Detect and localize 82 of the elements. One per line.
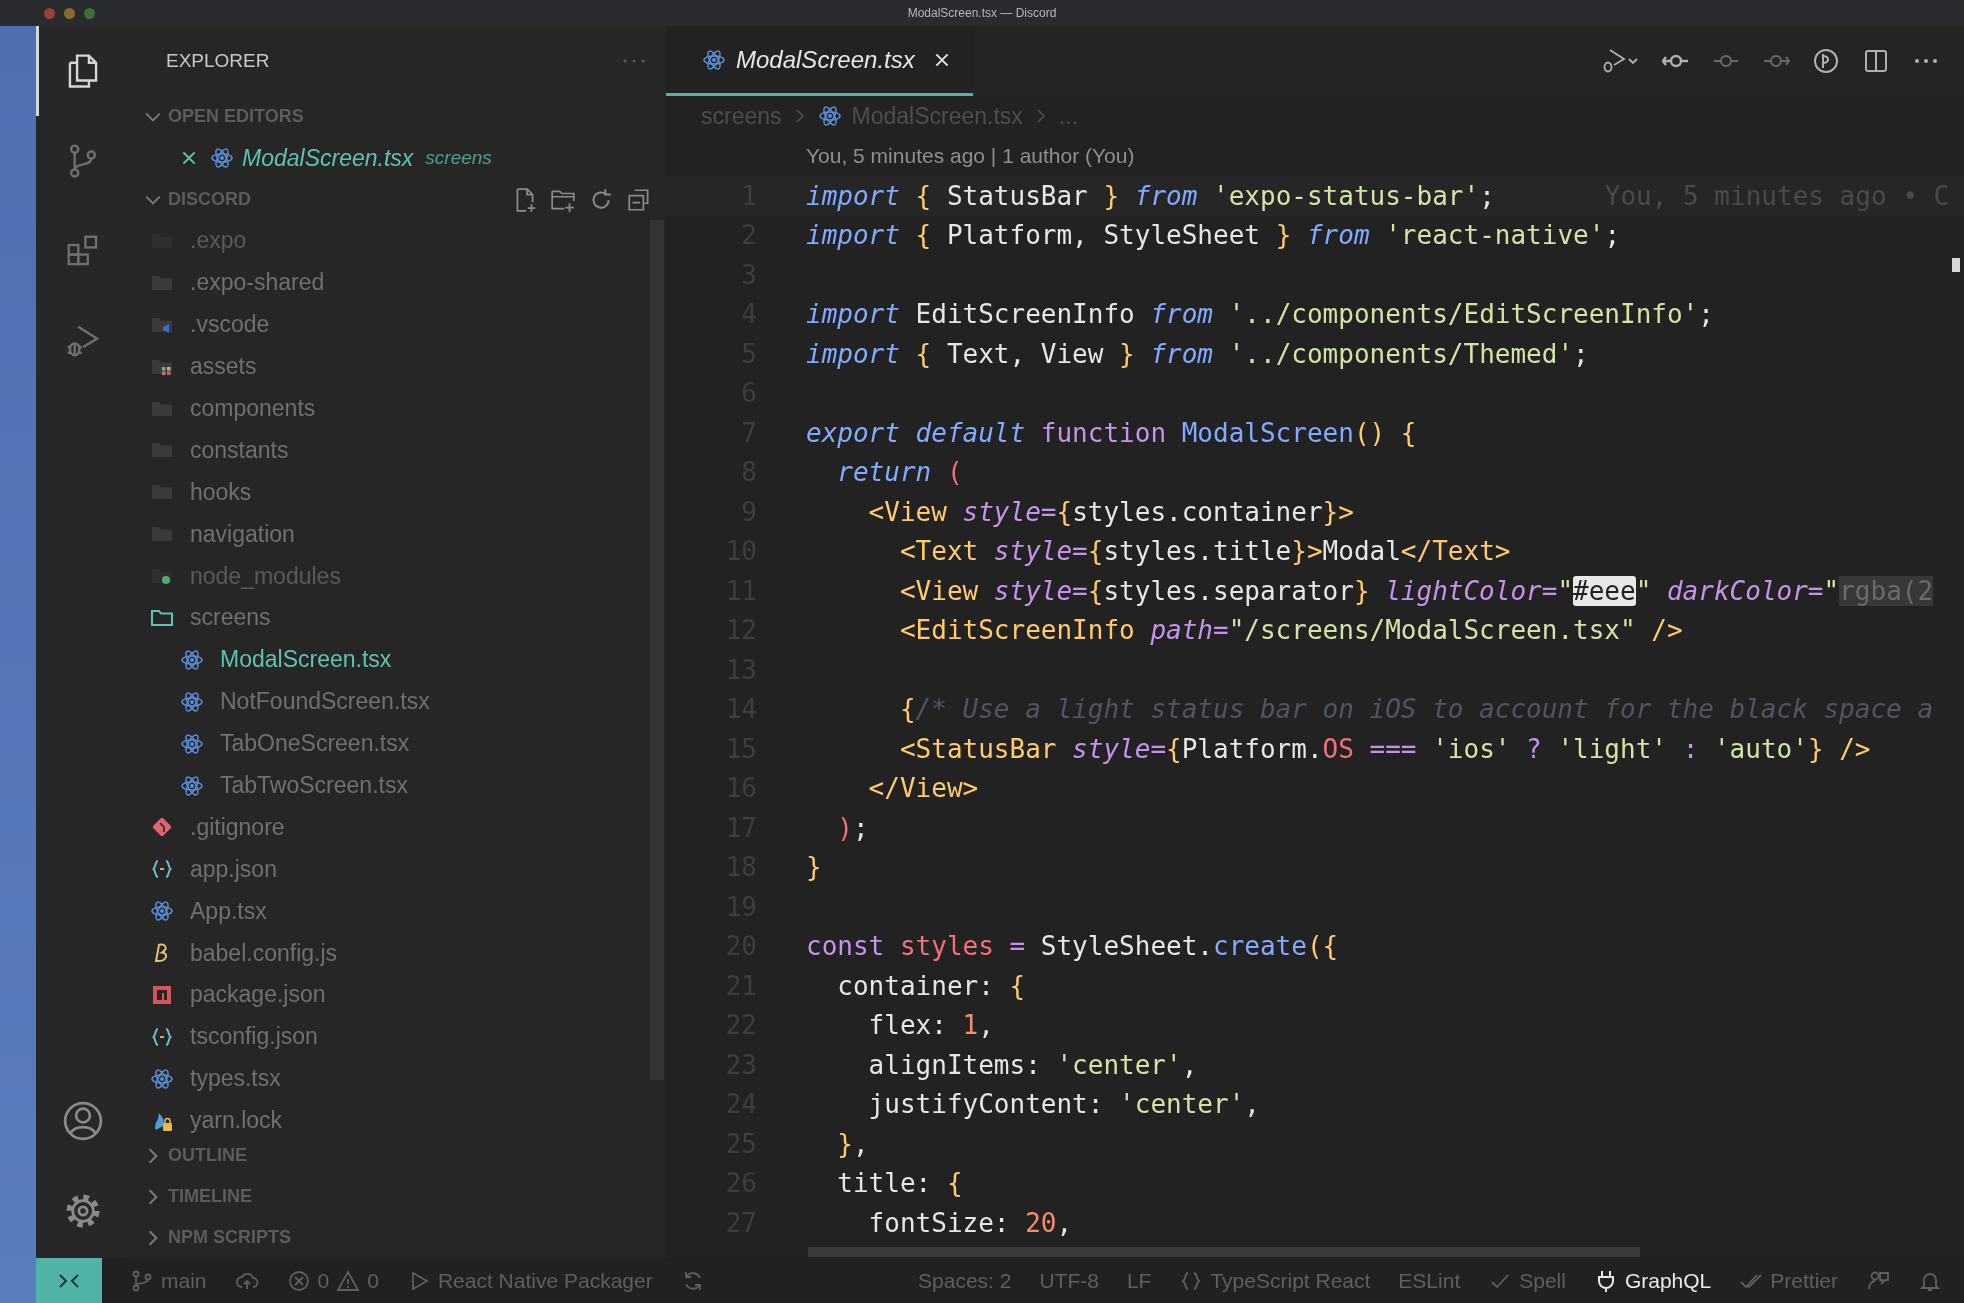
status-item[interactable]: React Native Packager — [406, 1268, 653, 1293]
scrollbar-thumb[interactable] — [808, 1247, 1640, 1257]
code-area[interactable] — [666, 176, 1964, 1258]
code-line: fontSize: 20, — [867, 1207, 1073, 1238]
status-item[interactable]: LF — [1126, 1268, 1152, 1293]
code-line: <Text style={styles.title}>Modal</Text> — [898, 536, 1511, 567]
code-line: import { StatusBar } from 'expo-status-bar'; — [806, 180, 1495, 211]
folder-item[interactable]: screens — [126, 597, 666, 639]
code-line: }, — [836, 1128, 869, 1159]
close-icon[interactable] — [180, 149, 198, 167]
zoom-window-button[interactable] — [84, 8, 95, 19]
open-editor-item[interactable]: ModalScreen.tsx screens — [126, 137, 666, 179]
code-line: const styles = StyleSheet.create({ — [806, 931, 1339, 962]
file-item[interactable]: types.tsx — [126, 1057, 666, 1100]
remote-button[interactable] — [36, 1258, 102, 1303]
file-item[interactable]: yarn.lock — [126, 1099, 666, 1142]
code-line: <StatusBar style={Platform.OS === 'ios' ? 'light' : 'auto'} /> — [898, 733, 1871, 764]
close-window-button[interactable] — [44, 8, 55, 19]
sidebar-title: EXPLORER — [166, 50, 270, 72]
code-line: flex: 1, — [867, 1010, 994, 1041]
code-line: <EditScreenInfo path="/screens/ModalScreen.tsx" /> — [898, 615, 1683, 646]
folder-item[interactable]: .vscode — [126, 303, 666, 346]
status-item[interactable]: TypeScript React — [1179, 1268, 1371, 1293]
file-item[interactable]: ModalScreen.tsx — [126, 638, 666, 681]
folder-item[interactable]: components — [126, 387, 666, 430]
status-item[interactable]: GraphQL — [1593, 1268, 1712, 1293]
branch-icon — [130, 1268, 154, 1293]
folder-name: screens — [425, 147, 492, 169]
window-title: ModalScreen.tsx — Discord — [907, 6, 1057, 20]
status-item[interactable]: Prettier — [1739, 1268, 1838, 1293]
status-item[interactable]: UTF-8 — [1039, 1268, 1099, 1293]
warning-icon — [336, 1268, 361, 1293]
folder-item[interactable]: navigation — [126, 513, 666, 556]
atom-icon — [180, 731, 204, 756]
atom-icon — [180, 773, 204, 798]
status-item[interactable]: ESLint — [1398, 1268, 1461, 1293]
code-line: title: { — [836, 1168, 963, 1199]
file-item[interactable]: package.json — [126, 974, 666, 1016]
file-item[interactable]: TabTwoScreen.tsx — [126, 764, 666, 807]
split-editor-icon[interactable] — [1862, 47, 1890, 75]
code-line: } — [806, 852, 822, 883]
atom-icon — [180, 689, 204, 714]
file-item[interactable]: babel.config.js — [126, 932, 666, 975]
folder-item[interactable]: hooks — [126, 471, 666, 514]
file-item[interactable]: tsconfig.json — [126, 1015, 666, 1058]
folder-item[interactable]: .expo-shared — [126, 261, 666, 304]
code-line: justifyContent: 'center', — [867, 1089, 1260, 1120]
breadcrumb-item[interactable]: ... — [1058, 102, 1079, 130]
collapse-all-icon[interactable] — [626, 186, 652, 213]
blame-annotation[interactable]: You, 5 minutes ago | 1 author (You) — [666, 136, 1135, 176]
atom-icon — [150, 1066, 174, 1091]
status-item[interactable]: Spaces: 2 — [918, 1268, 1012, 1293]
overview-ruler-mark — [1952, 258, 1960, 272]
code-line: return ( — [836, 457, 963, 488]
code-line: <View style={styles.container}> — [867, 496, 1354, 527]
problems-indicator[interactable]: 0 0 — [286, 1268, 379, 1293]
atom-icon — [180, 647, 204, 672]
code-line: export default function ModalScreen() { — [806, 417, 1417, 448]
file-item[interactable]: App.tsx — [126, 890, 666, 933]
status-item[interactable]: main — [130, 1268, 207, 1293]
folder-item[interactable]: constants — [126, 429, 666, 472]
code-line: ); — [836, 812, 869, 843]
file-name: ModalScreen.tsx — [242, 144, 414, 172]
file-item[interactable]: NotFoundScreen.tsx — [126, 680, 666, 723]
code-line: </View> — [867, 773, 979, 804]
status-item[interactable]: Spell — [1488, 1268, 1566, 1293]
code-line: import { Text, View } from '../components/Themed'; — [806, 338, 1589, 369]
atom-icon — [702, 47, 726, 72]
code-line: container: { — [836, 970, 1026, 1001]
file-item[interactable]: .gitignore — [126, 806, 666, 849]
code-line: alignItems: 'center', — [867, 1049, 1198, 1080]
atom-icon — [210, 146, 234, 170]
folder-item[interactable]: assets — [126, 345, 666, 388]
code-line: {/* Use a light status bar on iOS to account for the black space a — [898, 694, 1934, 725]
atom-icon — [817, 104, 842, 128]
atom-icon — [150, 899, 174, 924]
error-icon — [286, 1268, 311, 1293]
file-item[interactable]: app.json — [126, 848, 666, 891]
file-item[interactable]: TabOneScreen.tsx — [126, 722, 666, 765]
minimize-window-button[interactable] — [64, 8, 75, 19]
code-line: import { Platform, StyleSheet } from 'react-native'; — [806, 220, 1621, 251]
code-line: import EditScreenInfo from '../components/EditScreenInfo'; — [806, 299, 1714, 330]
